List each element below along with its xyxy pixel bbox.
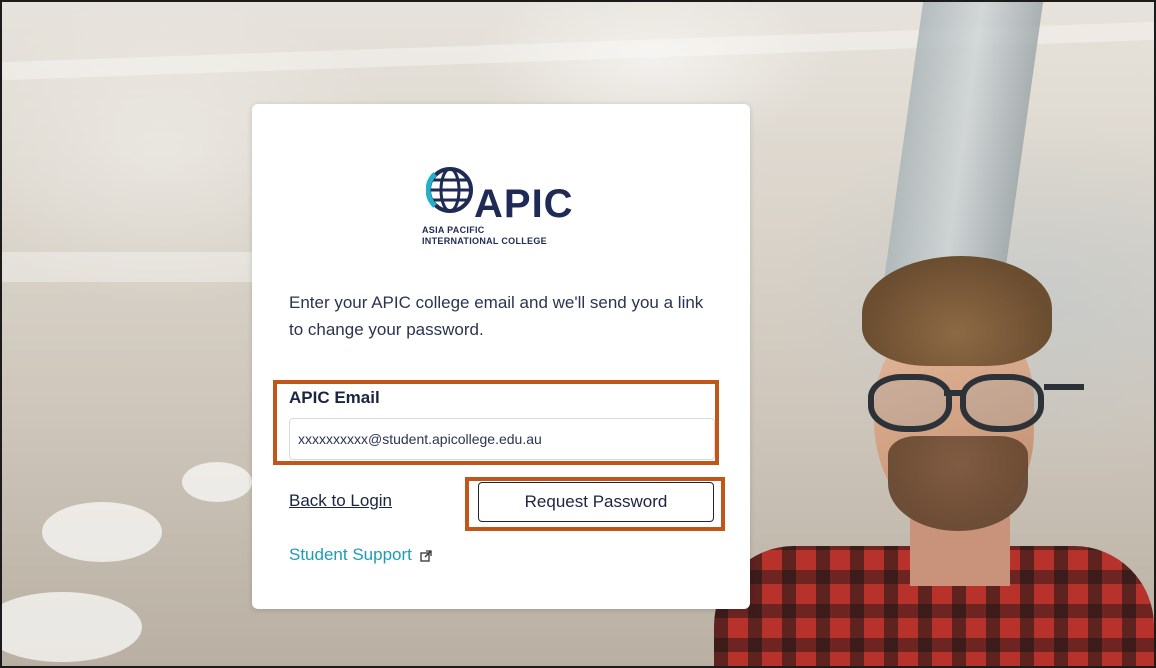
student-support-label: Student Support — [289, 545, 412, 564]
student-support-link[interactable]: Student Support — [289, 545, 432, 565]
ceiling-lamp — [182, 462, 252, 502]
ceiling-lamp — [42, 502, 162, 562]
external-link-icon — [419, 550, 432, 562]
ceiling-lamp — [2, 592, 142, 662]
email-input[interactable] — [289, 418, 715, 460]
hair — [862, 256, 1052, 366]
back-to-login-link[interactable]: Back to Login — [289, 491, 392, 511]
beard — [888, 436, 1028, 531]
email-label: APIC Email — [289, 388, 380, 407]
request-password-button[interactable]: Request Password — [478, 482, 714, 522]
apic-logo: APIC ASIA PACIFIC INTERNATIONAL COLLEGE — [422, 166, 592, 256]
logo-line-1: ASIA PACIFIC — [422, 225, 485, 235]
logo-subtitle: ASIA PACIFIC INTERNATIONAL COLLEGE — [422, 225, 547, 247]
instructions-text: Enter your APIC college email and we'll … — [289, 293, 704, 339]
reset-password-card: APIC ASIA PACIFIC INTERNATIONAL COLLEGE … — [252, 104, 750, 609]
logo-wordmark: APIC — [474, 182, 574, 226]
glasses — [860, 374, 1084, 432]
logo-line-2: INTERNATIONAL COLLEGE — [422, 236, 547, 246]
screenshot-frame: APIC ASIA PACIFIC INTERNATIONAL COLLEGE … — [0, 0, 1156, 668]
ceiling-beam — [2, 252, 262, 282]
globe-icon — [426, 167, 473, 213]
